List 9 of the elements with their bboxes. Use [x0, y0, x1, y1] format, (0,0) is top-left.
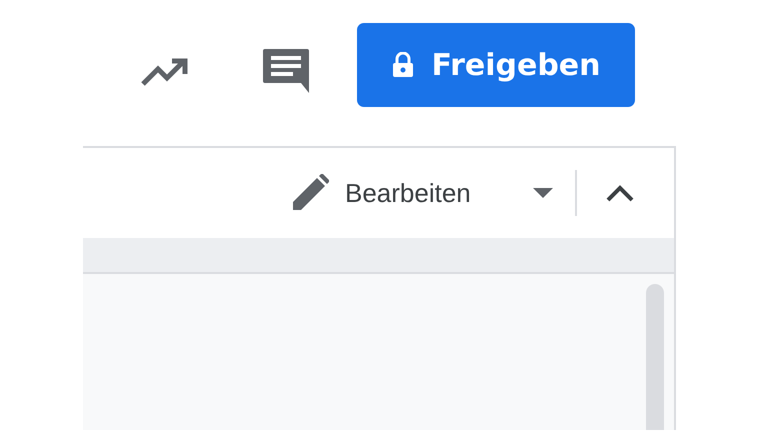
edit-mode-button[interactable]: Bearbeiten	[291, 174, 471, 212]
trending-up-icon[interactable]	[141, 57, 189, 87]
dropdown-caret-icon[interactable]	[532, 188, 553, 198]
collapse-chevron-icon[interactable]	[604, 184, 635, 202]
pencil-icon	[291, 174, 329, 212]
comment-icon[interactable]	[261, 47, 311, 95]
share-button[interactable]: Freigeben	[357, 23, 635, 107]
lock-icon	[392, 52, 414, 78]
scrollbar-thumb[interactable]	[646, 284, 664, 430]
